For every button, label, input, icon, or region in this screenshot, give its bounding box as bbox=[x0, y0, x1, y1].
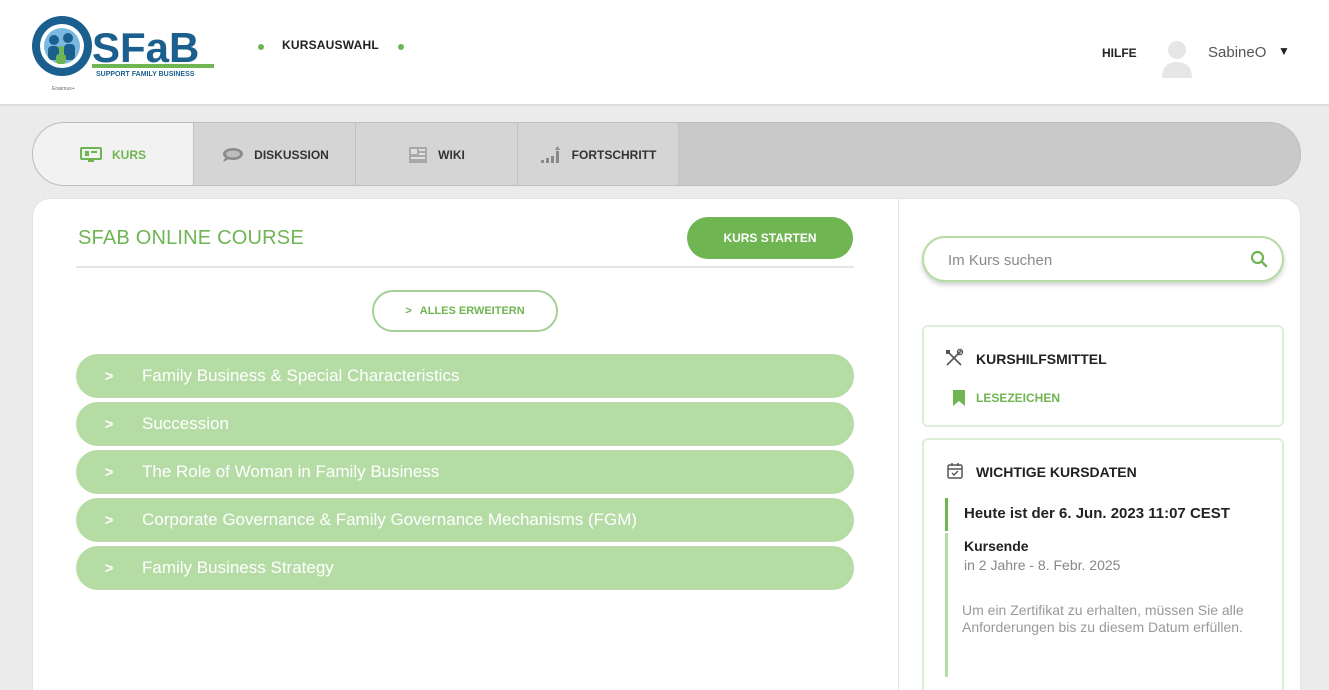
course-tools-title: KURSHILFSMITTEL bbox=[976, 351, 1107, 367]
course-section[interactable]: > Succession bbox=[76, 402, 854, 446]
tab-kurs[interactable]: KURS bbox=[33, 123, 193, 185]
sidebar-divider bbox=[898, 198, 899, 690]
course-section[interactable]: > Family Business & Special Characterist… bbox=[76, 354, 854, 398]
logo-graphic: SFaB SUPPORT FAMILY BUSINESS Erasmus+ bbox=[32, 16, 214, 92]
chevron-right-icon: > bbox=[104, 511, 114, 529]
chevron-right-icon: > bbox=[104, 463, 114, 481]
course-section[interactable]: > Family Business Strategy bbox=[76, 546, 854, 590]
wiki-page-icon bbox=[409, 147, 428, 163]
section-title: Family Business & Special Characteristic… bbox=[142, 366, 460, 385]
certificate-note: Um ein Zertifikat zu erhalten, müssen Si… bbox=[962, 602, 1244, 635]
chevron-right-icon: > bbox=[104, 367, 114, 385]
course-screen-icon bbox=[79, 147, 102, 162]
important-dates-title: WICHTIGE KURSDATEN bbox=[976, 464, 1137, 480]
progress-bars-icon bbox=[540, 146, 560, 163]
section-title: The Role of Woman in Family Business bbox=[142, 462, 440, 481]
today-date: Heute ist der 6. Jun. 2023 11:07 CEST bbox=[964, 505, 1230, 522]
user-avatar-icon bbox=[1162, 41, 1192, 78]
site-header: SFaB SUPPORT FAMILY BUSINESS Erasmus+ KU… bbox=[0, 0, 1329, 106]
search-icon[interactable] bbox=[1250, 250, 1268, 268]
nav-dot-left bbox=[258, 44, 264, 50]
bookmark-icon bbox=[953, 390, 965, 406]
course-tabbar: KURS DISKUSSION WIKI FORTSCHRITT bbox=[32, 122, 1301, 186]
date-timeline bbox=[945, 533, 948, 677]
tab-diskussion[interactable]: DISKUSSION bbox=[193, 123, 355, 185]
user-menu-caret-icon[interactable]: ▼ bbox=[1278, 44, 1290, 58]
section-title: Family Business Strategy bbox=[142, 558, 334, 577]
course-search bbox=[922, 236, 1284, 282]
tools-icon bbox=[946, 348, 964, 366]
username[interactable]: SabineO bbox=[1208, 44, 1266, 61]
course-section[interactable]: > Corporate Governance & Family Governan… bbox=[76, 498, 854, 542]
course-title: SFAB ONLINE COURSE bbox=[78, 227, 304, 249]
svg-text:SFaB: SFaB bbox=[92, 24, 199, 71]
tab-diskussion-label: DISKUSSION bbox=[254, 148, 329, 162]
svg-text:Erasmus+: Erasmus+ bbox=[52, 86, 75, 92]
calendar-icon bbox=[947, 463, 963, 479]
section-title: Corporate Governance & Family Governance… bbox=[142, 510, 638, 529]
nav-dot-right bbox=[398, 44, 404, 50]
expand-all-button[interactable]: > ALLES ERWEITERN bbox=[372, 290, 558, 332]
course-end-label: Kursende bbox=[964, 538, 1029, 554]
chat-bubbles-icon bbox=[223, 148, 244, 162]
chevron-right-icon: > bbox=[104, 559, 114, 577]
course-tools-card bbox=[922, 325, 1284, 427]
tab-kurs-label: KURS bbox=[111, 148, 146, 162]
chevron-right-icon: > bbox=[405, 305, 412, 317]
today-marker bbox=[945, 498, 948, 531]
bookmarks-link[interactable]: LESEZEICHEN bbox=[976, 391, 1060, 405]
search-input[interactable] bbox=[948, 248, 1228, 272]
tab-wiki[interactable]: WIKI bbox=[355, 123, 517, 185]
tab-fortschritt-label: FORTSCHRITT bbox=[571, 148, 657, 162]
help-link[interactable]: HILFE bbox=[1102, 46, 1137, 60]
chevron-right-icon: > bbox=[104, 415, 114, 433]
expand-all-label: ALLES ERWEITERN bbox=[419, 305, 525, 317]
svg-text:SUPPORT FAMILY BUSINESS: SUPPORT FAMILY BUSINESS bbox=[96, 71, 195, 78]
nav-kursauswahl[interactable]: KURSAUSWAHL bbox=[282, 38, 379, 52]
avatar[interactable] bbox=[1160, 38, 1194, 78]
start-course-button[interactable]: KURS STARTEN bbox=[687, 217, 853, 259]
course-end-date: in 2 Jahre - 8. Febr. 2025 bbox=[964, 557, 1121, 573]
tab-wiki-label: WIKI bbox=[438, 148, 465, 162]
title-divider bbox=[76, 266, 854, 268]
section-title: Succession bbox=[142, 414, 229, 433]
course-section[interactable]: > The Role of Woman in Family Business bbox=[76, 450, 854, 494]
sfab-logo[interactable]: SFaB SUPPORT FAMILY BUSINESS Erasmus+ bbox=[28, 10, 218, 94]
tab-fortschritt[interactable]: FORTSCHRITT bbox=[517, 123, 679, 185]
